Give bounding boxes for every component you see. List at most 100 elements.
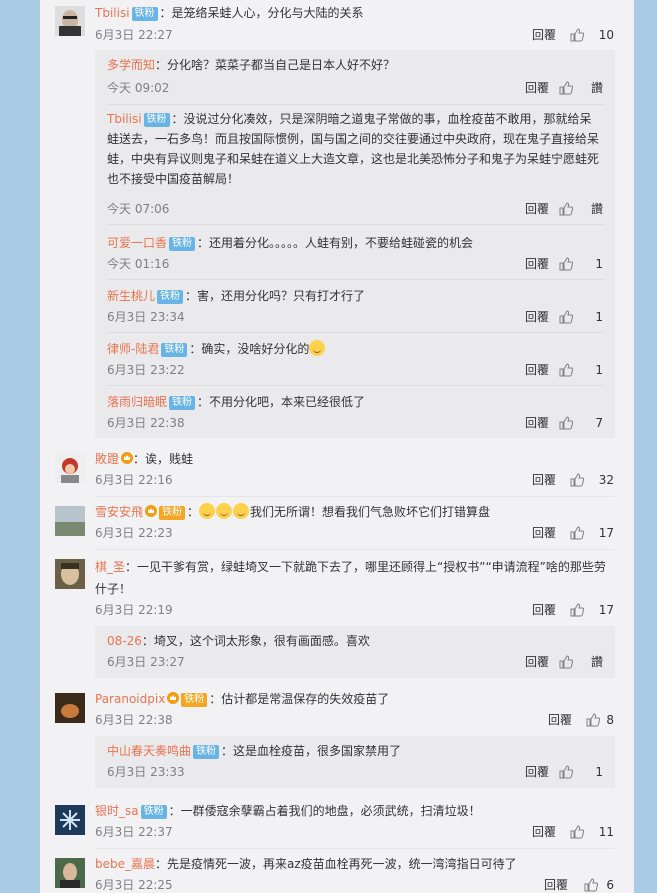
thumbs-up-icon	[570, 526, 584, 540]
reply-time: 6月3日 23:33	[107, 765, 185, 779]
comment-time: 6月3日 22:23	[95, 526, 173, 540]
like-button[interactable]: 1	[559, 256, 603, 272]
username[interactable]: Tbilisi	[95, 6, 130, 20]
divider	[107, 104, 603, 105]
reply-button[interactable]: 回覆	[525, 309, 549, 325]
like-button[interactable]: 1	[559, 309, 603, 325]
like-button[interactable]: 6	[584, 877, 614, 893]
reply-button[interactable]: 回覆	[525, 256, 549, 272]
thumbs-up-icon	[559, 202, 573, 216]
username[interactable]: 棋_圣	[95, 560, 125, 574]
reply-button[interactable]: 回覆	[525, 362, 549, 378]
crown-icon	[121, 452, 134, 464]
comment-time: 6月3日 22:37	[95, 825, 173, 839]
comment-text: ：一见干爹有赏，绿蛙埼叉一下就跪下去了，哪里还顾得上“授权书”“申请流程”啥的那…	[95, 560, 606, 596]
username[interactable]: 雪安安飛	[95, 505, 143, 519]
fan-badge: 铁粉	[159, 506, 186, 520]
avatar[interactable]	[55, 6, 85, 36]
thumbs-up-icon	[570, 825, 584, 839]
thumbs-up-icon	[559, 416, 573, 430]
reply-text: ：这是血栓疫苗，很多国家禁用了	[221, 744, 402, 758]
crown-icon	[145, 505, 158, 517]
like-count: 32	[598, 473, 614, 487]
username[interactable]: 敗蹬	[95, 452, 119, 466]
reply-button[interactable]: 回覆	[548, 712, 572, 728]
reply-button[interactable]: 回覆	[525, 415, 549, 431]
reply-text: ：埼叉，这个词太形象，很有画面感。喜欢	[141, 634, 370, 648]
reply-username[interactable]: 律师-陆君	[107, 342, 159, 356]
reply-text: ：还用着分化。。。。。人蛙有别，不要给蛙碰瓷的机会	[197, 236, 474, 250]
reply-button[interactable]: 回覆	[532, 525, 556, 541]
reply-username[interactable]: 中山春天奏鸣曲	[107, 744, 191, 758]
like-button[interactable]: 32	[570, 472, 614, 488]
fan-badge: 铁粉	[181, 693, 208, 707]
like-button[interactable]: 11	[570, 824, 614, 840]
fan-badge: 铁粉	[169, 396, 196, 410]
reply-button[interactable]: 回覆	[525, 201, 549, 217]
divider	[95, 549, 614, 550]
reply-button[interactable]: 回覆	[525, 764, 549, 780]
thumbs-up-icon	[559, 310, 573, 324]
divider	[95, 848, 614, 849]
reply-button[interactable]: 回覆	[532, 27, 556, 43]
like-count: 6	[606, 878, 614, 892]
avatar[interactable]	[55, 858, 85, 888]
like-button[interactable]: 1	[559, 362, 603, 378]
like-button[interactable]: 17	[570, 525, 614, 541]
avatar[interactable]	[55, 559, 85, 589]
reply-button[interactable]: 回覆	[532, 824, 556, 840]
like-button[interactable]: 1	[559, 764, 603, 780]
comment-time: 6月3日 22:25	[95, 878, 173, 892]
avatar[interactable]	[55, 506, 85, 536]
reply-username[interactable]: 可爱一口香	[107, 236, 167, 250]
like-count: 讚	[590, 81, 603, 95]
fan-badge: 铁粉	[157, 290, 184, 304]
like-button[interactable]: 讚	[559, 80, 603, 96]
thumbs-up-icon	[559, 257, 573, 271]
divider	[107, 332, 603, 333]
reply-button[interactable]: 回覆	[525, 80, 549, 96]
reply-button[interactable]: 回覆	[532, 602, 556, 618]
reply-text: ：不用分化吧，本来已经很低了	[197, 395, 366, 409]
fan-badge: 铁粉	[161, 343, 188, 357]
username[interactable]: bebe_嘉晨	[95, 857, 155, 871]
reply-text: ：分化啥？菜菜子都当自己是日本人好不好？	[155, 58, 396, 72]
divider	[107, 385, 603, 386]
reply-button[interactable]: 回覆	[544, 877, 568, 893]
reply-list: 多学而知：分化啥？菜菜子都当自己是日本人好不好？ 今天 09:02 回覆 讚 T…	[95, 50, 615, 438]
avatar[interactable]	[55, 805, 85, 835]
like-count: 17	[598, 526, 614, 540]
like-button[interactable]: 讚	[559, 201, 603, 217]
comment-text: 我们无所谓！想看我们气急败坏它们打错算盘	[250, 505, 491, 519]
like-button[interactable]: 17	[570, 602, 614, 618]
like-button[interactable]: 7	[559, 415, 603, 431]
thumbs-up-icon	[570, 473, 584, 487]
thumbs-up-icon	[584, 878, 598, 892]
reply-time: 今天 09:02	[107, 81, 170, 95]
avatar[interactable]	[55, 693, 85, 723]
comment-text: ：是笼络呆蛙人心，分化与大陆的关系	[159, 6, 364, 20]
reply-username[interactable]: 落雨归暗眠	[107, 395, 167, 409]
like-count: 讚	[590, 655, 603, 669]
fan-badge: 铁粉	[140, 805, 167, 819]
like-button[interactable]: 10	[570, 27, 614, 43]
like-count: 1	[595, 257, 603, 271]
reply-username[interactable]: Tbilisi	[107, 112, 142, 126]
reply-button[interactable]: 回覆	[532, 472, 556, 488]
reply-button[interactable]: 回覆	[525, 654, 549, 670]
smile-emoji-icon	[309, 340, 326, 356]
like-count: 讚	[590, 202, 603, 216]
reply-username[interactable]: 新生桃儿	[107, 289, 155, 303]
fan-badge: 铁粉	[193, 745, 220, 759]
like-button[interactable]: 讚	[559, 654, 603, 670]
like-count: 10	[598, 28, 614, 42]
fan-badge: 铁粉	[169, 237, 196, 251]
username[interactable]: 银时_sa	[95, 804, 139, 818]
comment-text: ：先是疫情死一波，再来az疫苗血栓再死一波，统一湾湾指日可待了	[155, 857, 517, 871]
like-button[interactable]: 8	[586, 712, 614, 728]
reply-username[interactable]: 多学而知	[107, 58, 155, 72]
avatar[interactable]	[55, 453, 85, 483]
username[interactable]: Paranoidpix	[95, 692, 165, 706]
like-count: 1	[595, 363, 603, 377]
reply-username[interactable]: 08-26	[107, 634, 142, 648]
